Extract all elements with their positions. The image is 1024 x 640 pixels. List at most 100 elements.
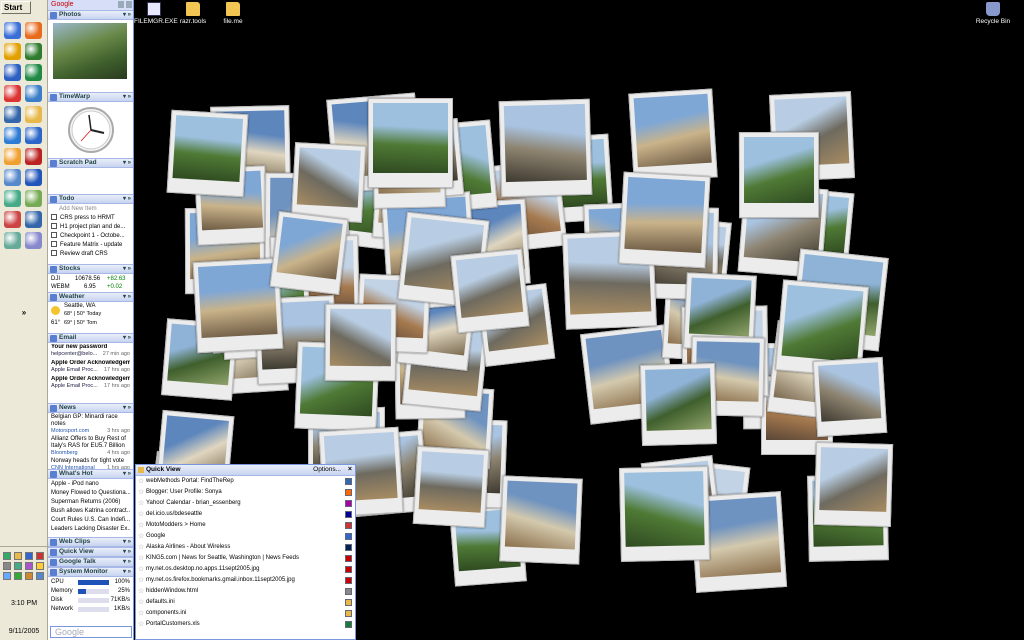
desktop-icon-filemgr[interactable]: FILEMGR.EXE [134, 2, 178, 25]
gadget-menu-icon[interactable]: ▾ » [123, 558, 131, 566]
tray-icon[interactable] [25, 552, 33, 560]
gadget-menu-icon[interactable]: ▾ » [123, 470, 131, 478]
photo-polaroid[interactable] [628, 88, 718, 183]
star-icon[interactable]: ☆ [138, 520, 144, 531]
star-icon[interactable]: ☆ [138, 509, 144, 520]
gadget-header-weather[interactable]: Weather ▾ » [48, 292, 133, 302]
quick-view-item[interactable]: ☆ defaults.ini [136, 597, 355, 608]
bluetooth-icon[interactable] [25, 127, 42, 144]
gadget-header-web-clips[interactable]: Web Clips ▾ » [48, 537, 133, 547]
star-icon[interactable]: ☆ [138, 597, 144, 608]
email-item[interactable]: Apple Order Acknowledgement-Orde...Apple… [51, 360, 130, 374]
star-icon[interactable]: ☆ [138, 586, 144, 597]
quick-view-item[interactable]: ☆ hiddenWindow.html [136, 586, 355, 597]
photo-polaroid[interactable] [291, 142, 367, 224]
quick-view-item[interactable]: ☆ PortalCustomers.xls [136, 619, 355, 630]
photo-polaroid[interactable] [269, 210, 349, 295]
puzzle-icon[interactable] [4, 169, 21, 186]
clock-time[interactable]: 3:10 PM [0, 600, 48, 607]
tray-icon[interactable] [36, 562, 44, 570]
gadget-header-todo[interactable]: Todo ▾ » [48, 194, 133, 204]
quick-view-item[interactable]: ☆ my.net.os.desktop.no.apps.11sept2005.jp… [136, 564, 355, 575]
todo-item[interactable]: Checkpoint 1 - Octobe... [51, 232, 130, 241]
tray-icon[interactable] [14, 552, 22, 560]
desktop-icon-razr-tools[interactable]: razr.tools [173, 2, 213, 25]
stock-row[interactable]: DJI 10678.56 +82.63 [51, 275, 130, 283]
outlook-icon[interactable] [4, 43, 21, 60]
tray-icon[interactable] [14, 562, 22, 570]
photo-polaroid[interactable] [193, 257, 284, 354]
gadget-header-stocks[interactable]: Stocks ▾ » [48, 264, 133, 274]
whats-hot-item[interactable]: Money Flowed to Questiona... [51, 489, 130, 498]
gadget-header-quick-view[interactable]: Quick View ▾ » [48, 547, 133, 557]
firefox-icon[interactable] [25, 22, 42, 39]
star-icon[interactable]: ☆ [138, 476, 144, 487]
gadget-menu-icon[interactable]: ▾ » [123, 538, 131, 546]
app-icon[interactable] [25, 232, 42, 249]
photo-thumbnail[interactable] [53, 23, 127, 79]
close-icon[interactable]: × [348, 465, 352, 475]
tray-icon[interactable] [25, 562, 33, 570]
star-icon[interactable]: ☆ [138, 575, 144, 586]
gadget-menu-icon[interactable]: ▾ » [123, 293, 131, 301]
calc-icon[interactable] [25, 190, 42, 207]
photo-polaroid[interactable] [413, 446, 490, 529]
checkbox[interactable] [51, 232, 57, 238]
star-icon[interactable]: ☆ [138, 553, 144, 564]
news-item[interactable]: Allianz Offers to Buy Rest of Italy's RA… [51, 436, 130, 457]
tray-icon[interactable] [14, 572, 22, 580]
star-icon[interactable]: ☆ [138, 498, 144, 509]
todo-add-input[interactable]: Add New Item [51, 205, 130, 214]
tray-icon[interactable] [25, 572, 33, 580]
gadget-menu-icon[interactable]: ▾ » [123, 568, 131, 576]
gadget-menu-icon[interactable]: ▾ » [123, 548, 131, 556]
star-icon[interactable]: ☆ [138, 542, 144, 553]
photo-polaroid[interactable] [618, 465, 710, 562]
network-icon[interactable] [4, 190, 21, 207]
chrome-icon[interactable] [4, 106, 21, 123]
excel-icon[interactable] [25, 64, 42, 81]
search-icon[interactable] [25, 169, 42, 186]
folder-icon[interactable] [25, 106, 42, 123]
quick-launch-more-button[interactable]: » [18, 308, 30, 317]
whats-hot-item[interactable]: Apple - iPod nano [51, 480, 130, 489]
clock-date[interactable]: 9/11/2005 [0, 628, 48, 635]
gadget-header-google-talk[interactable]: Google Talk ▾ » [48, 557, 133, 567]
quick-view-item[interactable]: ☆ Alaska Airlines - About Wireless [136, 542, 355, 553]
news-item[interactable]: Belgian GP: Minardi race notes Motorsport… [51, 414, 130, 435]
quick-view-item[interactable]: ☆ MotoModders > Home [136, 520, 355, 531]
todo-item[interactable]: Feature Matrix - update [51, 241, 130, 250]
chat-icon[interactable] [4, 148, 21, 165]
security-icon[interactable] [4, 85, 21, 102]
checkbox[interactable] [51, 250, 57, 256]
todo-item[interactable]: Review draft CRS [51, 250, 130, 259]
photo-polaroid[interactable] [166, 109, 249, 197]
photo-polaroid[interactable] [738, 132, 819, 218]
whats-hot-item[interactable]: Leaders Lacking Disaster Ex... [51, 525, 130, 534]
gadget-menu-icon[interactable]: ▾ » [123, 11, 131, 19]
quick-view-item[interactable]: ☆ KING5.com | News for Seattle, Washingto… [136, 553, 355, 564]
sidebar-collapse-icon[interactable] [126, 1, 132, 8]
gadget-header-scratchpad[interactable]: Scratch Pad ▾ » [48, 158, 133, 168]
checkbox[interactable] [51, 214, 57, 220]
tray-icon[interactable] [36, 552, 44, 560]
start-button[interactable]: Start [1, 1, 31, 14]
star-icon[interactable]: ☆ [138, 531, 144, 542]
photo-polaroid[interactable] [324, 303, 396, 382]
gadget-menu-icon[interactable]: ▾ » [123, 334, 131, 342]
messenger-icon[interactable] [25, 43, 42, 60]
sidebar-menu-icon[interactable] [118, 1, 124, 8]
whats-hot-item[interactable]: Superman Returns (2006) [51, 498, 130, 507]
photo-polaroid[interactable] [640, 362, 718, 446]
star-icon[interactable]: ☆ [138, 564, 144, 575]
quick-view-item[interactable]: ☆ webMethods Portal: FindTheRep [136, 476, 355, 487]
news-item[interactable]: Norway heads for tight vote CNN Internati… [51, 458, 130, 469]
globe-icon[interactable] [4, 127, 21, 144]
email-item[interactable]: Your new password helpcenter@belo... 27 mi… [51, 344, 130, 358]
ie-icon[interactable] [4, 22, 21, 39]
quick-view-item[interactable]: ☆ my.net.os.firefox.bookmarks.gmail.inbox… [136, 575, 355, 586]
refresh-icon[interactable] [4, 211, 21, 228]
tray-icon[interactable] [3, 562, 11, 570]
tray-icon[interactable] [3, 552, 11, 560]
gadget-menu-icon[interactable]: ▾ » [123, 195, 131, 203]
